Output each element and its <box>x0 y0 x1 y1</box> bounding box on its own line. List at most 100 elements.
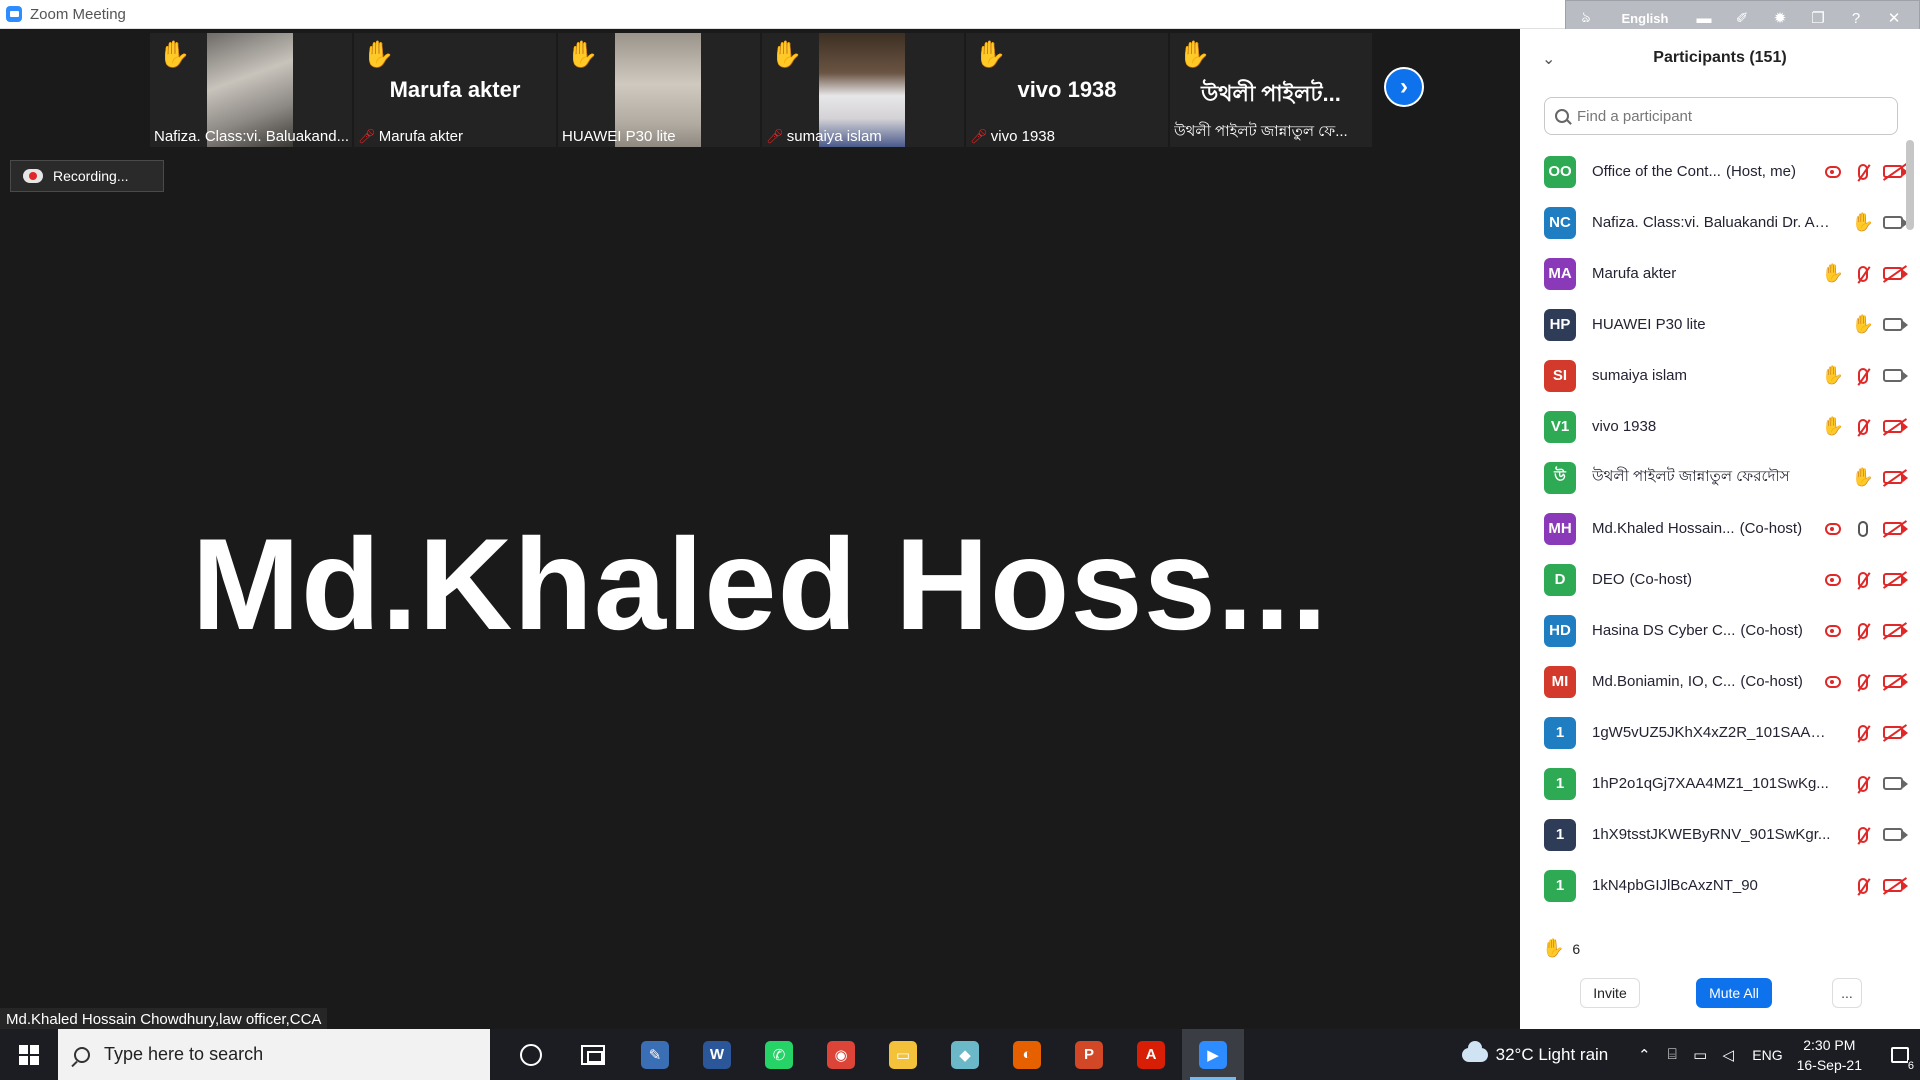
video-off-icon[interactable] <box>1878 415 1908 439</box>
video-off-icon[interactable] <box>1878 262 1908 286</box>
pen-icon[interactable]: ✐ <box>1732 8 1752 28</box>
invite-button[interactable]: Invite <box>1580 978 1640 1008</box>
participant-name: Marufa akter <box>1592 265 1832 282</box>
taskbar-app-button[interactable]: P <box>1058 1029 1120 1080</box>
mic-muted-icon[interactable] <box>1848 619 1878 643</box>
participant-row[interactable]: MA Marufa akter ✋ <box>1520 248 1908 299</box>
video-off-icon[interactable] <box>1878 568 1908 592</box>
taskbar-app-button[interactable]: ▶ <box>1182 1029 1244 1080</box>
network-icon[interactable]: ⌸ <box>1658 1046 1686 1063</box>
recording-indicator[interactable]: Recording... <box>10 160 164 192</box>
mic-muted-icon[interactable] <box>1848 823 1878 847</box>
help-icon[interactable]: ? <box>1846 8 1866 28</box>
video-off-icon[interactable] <box>1878 517 1908 541</box>
participant-row[interactable]: উ উথলী পাইলট জান্নাতুল ফেরদৌস ✋ <box>1520 452 1908 503</box>
participant-row[interactable]: 1 1hX9tsstJKWEByRNV_901SwKgr... <box>1520 809 1908 860</box>
participant-role: (Co-host) <box>1740 673 1803 690</box>
search-icon <box>1555 109 1569 123</box>
restore-icon[interactable]: ❐ <box>1808 8 1828 28</box>
search-input[interactable] <box>1577 107 1877 125</box>
panel-footer: Invite Mute All ... <box>1520 978 1920 1018</box>
taskbar-app-button[interactable]: A <box>1120 1029 1182 1080</box>
mic-muted-icon[interactable] <box>1848 670 1878 694</box>
video-thumbnail[interactable]: ✋ vivo 1938 🎤︎ vivo 1938 <box>966 33 1168 147</box>
video-off-icon[interactable] <box>1878 619 1908 643</box>
mic-muted-icon[interactable] <box>1848 874 1878 898</box>
video-off-icon[interactable] <box>1878 721 1908 745</box>
taskbar-app-button[interactable]: ✆ <box>748 1029 810 1080</box>
taskbar-search[interactable] <box>58 1029 490 1080</box>
keyboard-icon[interactable]: ▬ <box>1694 8 1714 28</box>
weather-widget[interactable]: 32°C Light rain <box>1461 1040 1608 1065</box>
video-off-icon[interactable] <box>1878 160 1908 184</box>
taskbar-app-button[interactable]: ◆ <box>934 1029 996 1080</box>
panel-header: ⌄ Participants (151) <box>1520 29 1920 86</box>
mic-muted-icon[interactable] <box>1848 262 1878 286</box>
start-button[interactable] <box>0 1029 58 1080</box>
participant-row[interactable]: 1 1hP2o1qGj7XAA4MZ1_101SwKg... <box>1520 758 1908 809</box>
action-center-button[interactable]: 6 <box>1880 1029 1920 1080</box>
participant-search[interactable] <box>1544 97 1898 135</box>
taskbar-app-button[interactable]: ◉ <box>810 1029 872 1080</box>
raised-hand-icon: ✋ <box>158 39 191 69</box>
more-options-button[interactable]: ... <box>1832 978 1862 1008</box>
language-label[interactable]: English <box>1614 11 1676 26</box>
task-view-button[interactable] <box>562 1029 624 1080</box>
video-off-icon[interactable] <box>1878 670 1908 694</box>
microphone-icon[interactable] <box>1848 517 1878 541</box>
settings-icon[interactable]: ✹ <box>1770 8 1790 28</box>
taskbar-search-input[interactable] <box>104 1044 484 1065</box>
participant-status-icons <box>1818 503 1908 554</box>
participant-row[interactable]: MH Md.Khaled Hossain... (Co-host) <box>1520 503 1908 554</box>
taskbar-app-button[interactable]: ▭ <box>872 1029 934 1080</box>
scrollbar[interactable] <box>1906 140 1914 230</box>
video-thumbnail[interactable]: ✋ HUAWEI P30 lite <box>558 33 760 147</box>
mic-muted-icon[interactable] <box>1848 568 1878 592</box>
participant-row[interactable]: SI sumaiya islam ✋ <box>1520 350 1908 401</box>
taskbar-app-button[interactable]: ◐ <box>996 1029 1058 1080</box>
avatar: 1 <box>1544 869 1576 902</box>
participant-row[interactable]: V1 vivo 1938 ✋ <box>1520 401 1908 452</box>
participant-row[interactable]: 1 1kN4pbGIJlBcAxzNT_90 <box>1520 860 1908 911</box>
close-icon[interactable]: ✕ <box>1884 8 1904 28</box>
participant-row[interactable]: OO Office of the Cont... (Host, me) <box>1520 146 1908 197</box>
next-page-button[interactable]: › <box>1384 67 1424 107</box>
participant-row[interactable]: 1 1gW5vUZ5JKhX4xZ2R_101SAAA... <box>1520 707 1908 758</box>
video-thumbnail[interactable]: ✋ 🎤︎ sumaiya islam <box>762 33 964 147</box>
participant-role: (Co-host) <box>1629 571 1693 588</box>
chevron-up-icon[interactable]: ⌃ <box>1630 1046 1658 1064</box>
input-method-icon[interactable]: ঌ <box>1576 8 1596 28</box>
taskbar-app-button[interactable]: W <box>686 1029 748 1080</box>
clock[interactable]: 2:30 PM 16-Sep-21 <box>1797 1035 1862 1075</box>
participant-row[interactable]: D DEO (Co-host) <box>1520 554 1908 605</box>
video-camera-icon[interactable] <box>1878 211 1908 235</box>
participant-row[interactable]: NC Nafiza. Class:vi. Baluakandi Dr. Ab...… <box>1520 197 1908 248</box>
participant-row[interactable]: HP HUAWEI P30 lite ✋ <box>1520 299 1908 350</box>
mic-muted-icon[interactable] <box>1848 160 1878 184</box>
mic-muted-icon[interactable] <box>1848 364 1878 388</box>
video-camera-icon[interactable] <box>1878 364 1908 388</box>
participant-name: উথলী পাইলট জান্নাতুল ফেরদৌস <box>1592 465 1832 490</box>
mic-muted-icon[interactable] <box>1848 721 1878 745</box>
video-thumbnail[interactable]: ✋ Nafiza. Class:vi. Baluakand... <box>150 33 352 147</box>
video-thumbnail[interactable]: ✋ উথলী পাইলট... উথলী পাইলট জান্নাতুল ফে.… <box>1170 33 1372 147</box>
battery-icon[interactable]: ▭ <box>1686 1046 1714 1064</box>
cortana-button[interactable] <box>500 1029 562 1080</box>
video-thumbnail[interactable]: ✋ Marufa akter 🎤︎ Marufa akter <box>354 33 556 147</box>
participant-name-text: 1hX9tsstJKWEByRNV_901SwKgr... <box>1592 826 1831 843</box>
cloud-rain-icon <box>1461 1040 1488 1062</box>
input-language[interactable]: ENG <box>1752 1047 1782 1063</box>
volume-icon[interactable]: ◁ <box>1714 1046 1742 1064</box>
taskbar-app-button[interactable]: ✎ <box>624 1029 686 1080</box>
video-off-icon[interactable] <box>1878 874 1908 898</box>
video-camera-icon[interactable] <box>1878 772 1908 796</box>
mute-all-button[interactable]: Mute All <box>1696 978 1772 1008</box>
video-camera-icon[interactable] <box>1878 823 1908 847</box>
participant-row[interactable]: MI Md.Boniamin, IO, C... (Co-host) <box>1520 656 1908 707</box>
recording-icon <box>1818 517 1848 541</box>
video-camera-icon[interactable] <box>1878 313 1908 337</box>
video-off-icon[interactable] <box>1878 466 1908 490</box>
mic-muted-icon[interactable] <box>1848 772 1878 796</box>
mic-muted-icon[interactable] <box>1848 415 1878 439</box>
participant-row[interactable]: HD Hasina DS Cyber C... (Co-host) <box>1520 605 1908 656</box>
